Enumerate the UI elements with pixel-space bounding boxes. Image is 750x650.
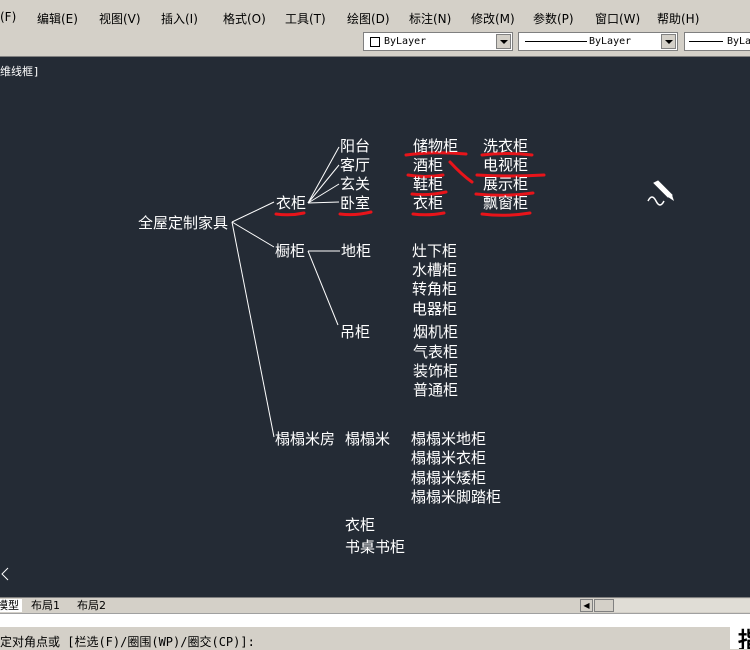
extra-item-wardrobe: 衣柜 [345,516,376,534]
item-tv: 电视柜 [483,156,529,174]
menu-format[interactable]: 格式(O) [223,10,266,27]
lineweight-dropdown[interactable]: ByLa [684,32,750,51]
layout-tab-bar: 模型 布局1 布局2 ◀ [0,597,750,613]
menu-help[interactable]: 帮助(H) [657,10,699,27]
room-living: 客厅 [340,156,371,174]
color-value: ByLayer [384,36,427,47]
base-item-appliance: 电器柜 [412,300,458,318]
markup-wardrobe [274,211,306,217]
command-history-area [0,613,750,628]
tatami-label: 榻榻米 [345,430,391,448]
scroll-left-button[interactable]: ◀ [580,599,593,612]
chevron-down-icon[interactable] [661,34,676,49]
tatami-room-label: 榻榻米房 [275,430,336,448]
line-wardrobe-living [307,164,340,204]
markup-wardrobe2 [411,211,446,217]
menu-draw[interactable]: 绘图(D) [347,10,390,27]
scroll-thumb[interactable] [594,599,614,612]
wall-item-plain: 普通柜 [413,381,459,399]
menu-edit[interactable]: 编辑(E) [37,10,78,27]
markup-bedroom [338,210,373,217]
menu-view[interactable]: 视图(V) [99,10,141,27]
tatami-item-floor: 榻榻米地柜 [411,430,487,448]
item-baywindow: 飘窗柜 [483,194,529,212]
item-shoe: 鞋柜 [413,175,444,193]
item-laundry: 洗衣柜 [483,137,529,155]
horizontal-scrollbar[interactable]: ◀ [580,599,750,612]
lineweight-preview [689,41,723,42]
chevron-down-icon[interactable] [496,34,511,49]
linetype-dropdown[interactable]: ByLayer [518,32,678,51]
item-storage: 储物柜 [413,137,459,155]
menu-modify[interactable]: 修改(M) [471,10,515,27]
ucs-icon [1,567,9,581]
base-item-corner: 转角柜 [412,280,458,298]
wardrobe-label: 衣柜 [276,194,307,212]
line-wardrobe-entry [307,183,340,204]
command-input-text: 指 [738,629,750,649]
item-display: 展示柜 [483,175,529,193]
tree-lines [231,146,340,438]
base-item-sink: 水槽柜 [412,261,458,279]
line-cabinet-wall [307,250,339,326]
color-swatch [370,37,380,47]
room-entry: 玄关 [340,175,371,193]
pen-cursor-icon [647,180,674,206]
extra-item-desk: 书桌书柜 [345,538,406,556]
item-wardrobe: 衣柜 [413,194,444,212]
wall-item-hood: 烟机柜 [413,323,459,341]
room-balcony: 阳台 [340,137,371,155]
markup-connector [448,160,474,184]
line-root-wardrobe [231,201,275,223]
command-line[interactable]: 定对角点或 [栏选(F)/圈围(WP)/圈交(CP)]: 指 [0,627,750,649]
wall-item-meter: 气表柜 [413,343,459,361]
linetype-value: ByLayer [589,36,632,47]
tab-layout1[interactable]: 布局1 [28,599,63,612]
menu-dimension[interactable]: 标注(N) [409,10,451,27]
lineweight-value: ByLa [727,36,750,47]
menu-file[interactable]: (F) [0,10,16,24]
tatami-item-wardrobe: 榻榻米衣柜 [411,449,487,467]
command-input[interactable]: 指 [730,627,750,649]
line-root-cabinet [231,221,275,248]
tab-layout2[interactable]: 布局2 [74,599,109,612]
base-item-stove: 灶下柜 [412,242,458,260]
menu-bar: (F) 编辑(E) 视图(V) 插入(I) 格式(O) 工具(T) 绘图(D) … [0,0,750,30]
line-root-tatami [231,221,275,438]
markup-baywindow [480,211,532,217]
wall-cabinet-label: 吊柜 [340,323,371,341]
tatami-item-low: 榻榻米矮柜 [411,469,487,487]
tab-model[interactable]: 模型 [0,599,22,612]
base-cabinet-label: 地柜 [341,242,372,260]
room-bedroom: 卧室 [340,194,371,212]
linetype-preview [525,41,587,42]
tatami-item-step: 榻榻米脚踏柜 [411,488,502,506]
menu-parameters[interactable]: 参数(P) [533,10,574,27]
properties-toolbar: ByLayer ByLayer ByLa [0,30,750,57]
menu-window[interactable]: 窗口(W) [595,10,640,27]
line-wardrobe-balcony [307,146,340,204]
line-wardrobe-bedroom [307,201,340,204]
menu-insert[interactable]: 插入(I) [161,10,198,27]
command-prompt: 定对角点或 [栏选(F)/圈围(WP)/圈交(CP)]: [0,635,255,649]
wall-item-decor: 装饰柜 [413,362,459,380]
root-label: 全屋定制家具 [138,214,229,232]
cabinet-label: 橱柜 [275,242,306,260]
item-wine: 酒柜 [413,156,444,174]
menu-tools[interactable]: 工具(T) [285,10,326,27]
drawing-canvas[interactable]: 维线框] 全屋定制家具 衣柜 阳台 客厅 玄关 卧室 储物柜 酒柜 鞋柜 衣柜 … [0,57,750,597]
color-dropdown[interactable]: ByLayer [363,32,513,51]
